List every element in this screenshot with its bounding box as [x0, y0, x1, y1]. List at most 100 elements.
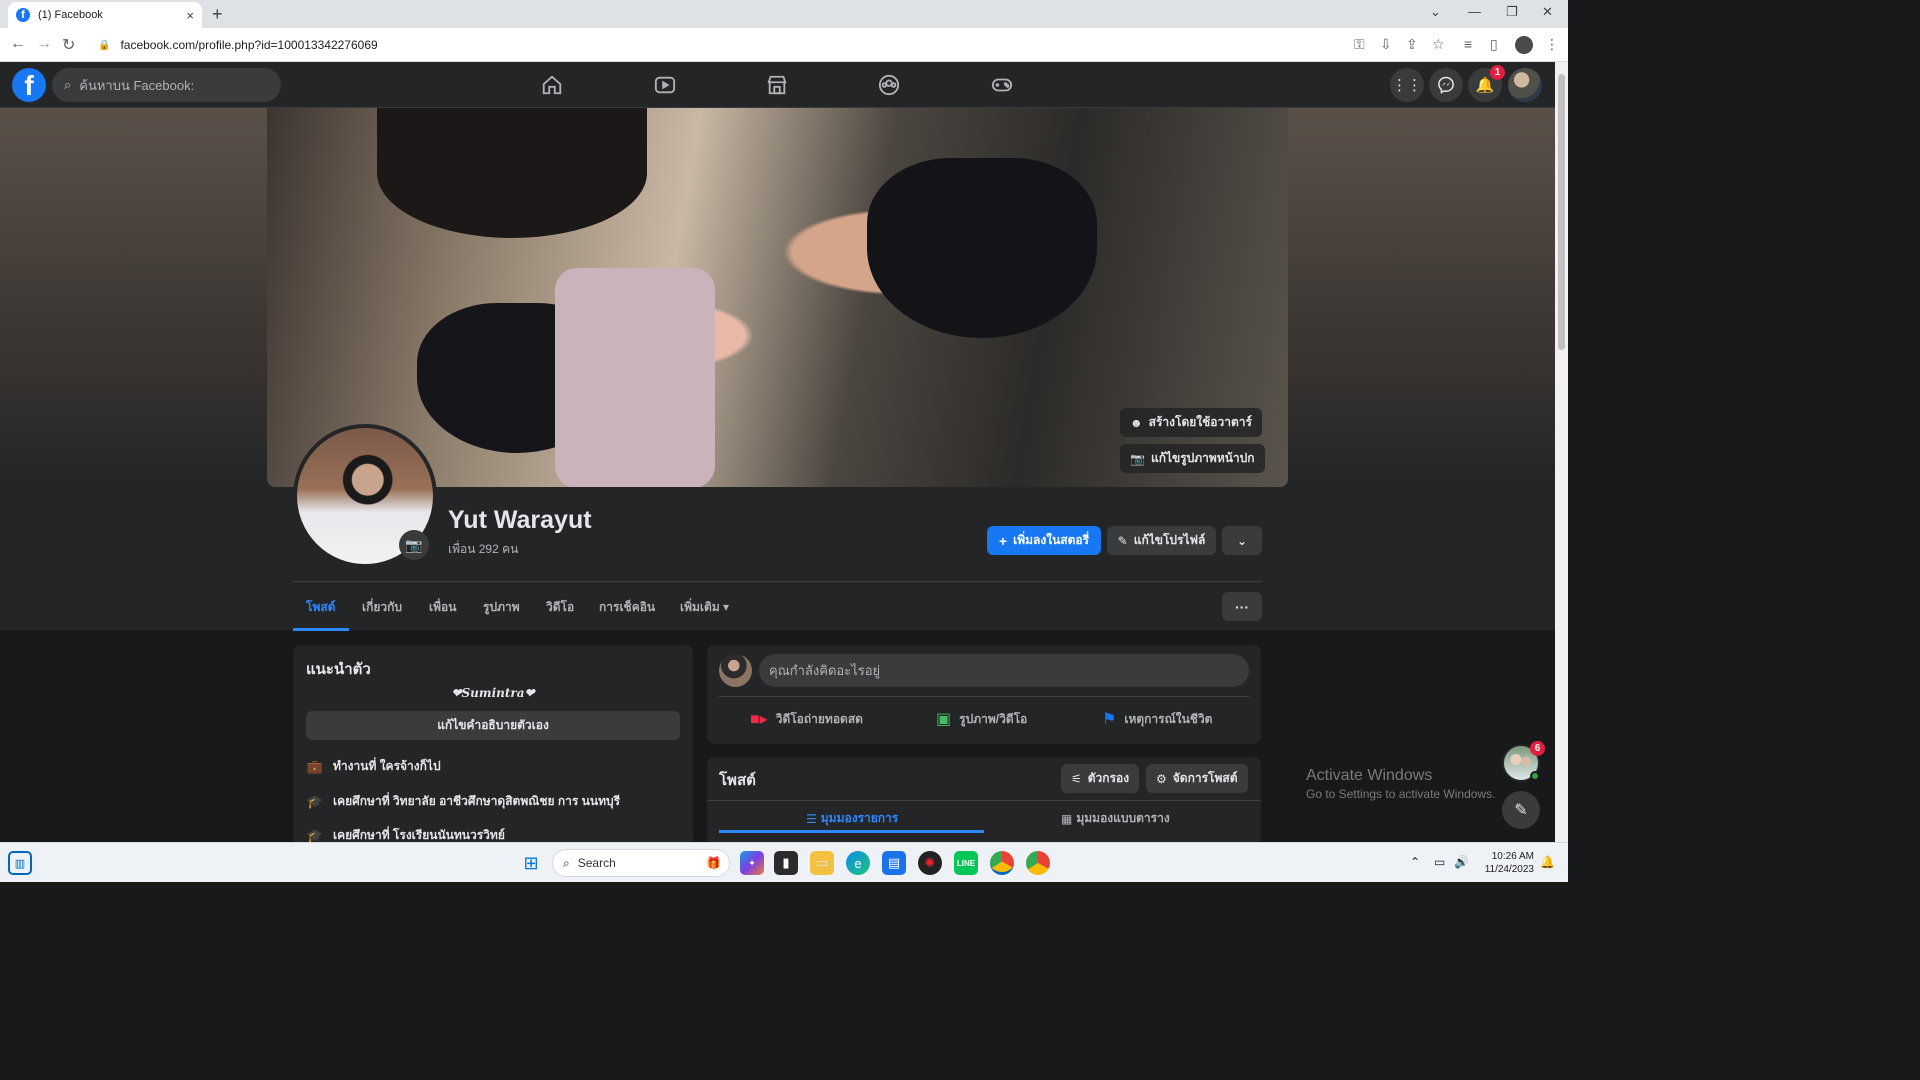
widgets-icon[interactable]: ▥ — [8, 851, 32, 875]
intro-item-text[interactable]: เคยศึกษาที่ วิทยาลัย อาชีวศึกษาดุสิตพณิช… — [333, 792, 620, 811]
menu-grid-icon[interactable]: ⋮⋮ — [1390, 68, 1424, 102]
life-event-button[interactable]: ⚑ เหตุการณ์ในชีวิต — [1102, 709, 1212, 729]
side-panel-icon[interactable]: ▯ — [1490, 36, 1498, 53]
live-video-button[interactable]: ■▸ วิดีโอถ่ายทอดสด — [750, 709, 863, 729]
search-icon: ⌕ — [64, 77, 72, 92]
maximize-icon[interactable]: ❐ — [1506, 4, 1518, 20]
chat-unread-badge: 6 — [1530, 741, 1545, 756]
facebook-logo[interactable]: f — [12, 68, 46, 102]
notification-badge: 1 — [1490, 65, 1505, 80]
edit-cover-photo-button[interactable]: 📷 แก้ไขรูปภาพหน้าปก — [1120, 444, 1265, 473]
terminal-icon[interactable]: ▮ — [774, 851, 798, 875]
edit-cover-photo-label: แก้ไขรูปภาพหน้าปก — [1150, 451, 1255, 465]
chrome-browser-icon[interactable] — [990, 851, 1014, 875]
create-with-avatar-button[interactable]: ☻ สร้างโดยใช้อวาตาร์ — [1120, 408, 1262, 437]
url-text: facebook.com/profile.php?id=100013342276… — [120, 38, 378, 52]
microsoft-store-icon[interactable]: ▤ — [882, 851, 906, 875]
bookmark-star-icon[interactable]: ☆ — [1432, 36, 1445, 53]
tab-friends[interactable]: เพื่อน — [429, 598, 456, 617]
back-icon[interactable]: ← — [10, 35, 26, 53]
profile-options-chevron-down-icon[interactable]: ⌄ — [1222, 526, 1262, 555]
new-tab-button[interactable]: + — [212, 4, 223, 25]
edit-bio-button[interactable]: แก้ไขคำอธิบายตัวเอง — [306, 711, 680, 740]
browser-tab-facebook[interactable]: f (1) Facebook × — [8, 2, 202, 28]
windows-start-icon[interactable]: ⊞ — [519, 851, 543, 875]
marketplace-icon[interactable] — [765, 74, 789, 96]
posts-divider — [707, 800, 1261, 801]
photo-video-button[interactable]: ▣ รูปภาพ/วิดีโอ — [936, 709, 1027, 729]
profile-name: Yut Warayut — [448, 506, 592, 534]
online-status-dot — [1530, 771, 1540, 781]
live-video-icon: ■▸ — [750, 711, 768, 728]
add-to-story-button[interactable]: + เพิ่มลงในสตอรี่ — [987, 526, 1101, 555]
tab-posts[interactable]: โพสต์ — [306, 598, 335, 617]
active-tab-indicator — [293, 628, 349, 631]
filter-button[interactable]: ⚟ ตัวกรอง — [1061, 764, 1140, 793]
more-options-ellipsis-icon[interactable]: ··· — [1222, 592, 1262, 621]
update-profile-picture-camera-icon[interactable]: 📷 — [399, 530, 429, 560]
copilot-icon[interactable]: ✦ — [740, 851, 764, 875]
friends-count[interactable]: เพื่อน 292 คน — [448, 540, 518, 559]
minimize-icon[interactable]: — — [1468, 4, 1481, 19]
avatar-icon: ☻ — [1130, 415, 1143, 430]
work-icon: 💼 — [306, 758, 324, 774]
share-icon[interactable]: ⇪ — [1406, 36, 1418, 53]
network-icon[interactable]: ▭ — [1434, 855, 1445, 869]
reload-icon[interactable]: ↻ — [62, 35, 75, 55]
composer-avatar[interactable] — [719, 654, 752, 687]
list-view-tab[interactable]: ☰ มุมมองรายการ — [806, 809, 898, 828]
new-message-compose-icon[interactable]: ✎ — [1502, 791, 1540, 829]
page-scrollbar[interactable] — [1555, 62, 1568, 842]
account-avatar[interactable] — [1508, 68, 1542, 102]
tab-more[interactable]: เพิ่มเติม ▾ — [680, 598, 729, 617]
install-app-icon[interactable]: ⇩ — [1380, 36, 1392, 53]
facebook-favicon-icon: f — [16, 8, 30, 22]
forward-icon[interactable]: → — [36, 35, 52, 53]
messenger-icon[interactable] — [1429, 68, 1463, 102]
edit-profile-button[interactable]: ✎ แก้ไขโปรไฟล์ — [1107, 526, 1216, 555]
intro-title: แนะนำตัว — [306, 661, 371, 678]
line-app-icon[interactable]: LINE — [954, 851, 978, 875]
close-tab-icon[interactable]: × — [186, 8, 194, 23]
file-explorer-icon[interactable]: ▭ — [810, 851, 834, 875]
address-bar[interactable]: 🔒 facebook.com/profile.php?id=1000133422… — [88, 31, 1468, 59]
lock-icon[interactable]: 🔒 — [98, 40, 110, 51]
facebook-search-input[interactable]: ⌕ ค้นหาบน Facebook: — [52, 68, 281, 102]
tab-about[interactable]: เกี่ยวกับ — [362, 598, 402, 617]
scrollbar-thumb[interactable] — [1558, 74, 1565, 350]
browser-menu-icon[interactable]: ⋮ — [1545, 36, 1559, 53]
intro-item-text[interactable]: ทำงานที่ ใครจ้างก็ไป — [333, 757, 441, 776]
tab-photos[interactable]: รูปภาพ — [483, 598, 520, 617]
intro-item-work: 💼 ทำงานที่ ใครจ้างก็ไป — [306, 757, 441, 776]
edge-browser-icon[interactable]: e — [846, 851, 870, 875]
gear-icon: ⚙ — [1156, 771, 1167, 786]
facebook-top-nav: f ⌕ ค้นหาบน Facebook: ⋮⋮ 🔔 1 — [0, 62, 1555, 108]
chrome-profile-icon[interactable] — [1026, 851, 1050, 875]
notification-bell-icon[interactable]: 🔔 — [1540, 855, 1555, 869]
photo-video-label: รูปภาพ/วิดีโอ — [959, 711, 1028, 726]
manage-posts-button[interactable]: ⚙ จัดการโพสต์ — [1146, 764, 1248, 793]
gaming-icon[interactable] — [990, 74, 1014, 96]
taskbar-clock[interactable]: 10:26 AM 11/24/2023 — [1476, 850, 1534, 876]
add-to-story-label: เพิ่มลงในสตอรี่ — [1013, 533, 1090, 547]
grid-view-tab[interactable]: ▦ มุมมองแบบตาราง — [1061, 809, 1170, 828]
watch-icon[interactable] — [653, 74, 677, 96]
browser-tab-title: (1) Facebook — [38, 9, 103, 21]
tab-check-ins[interactable]: การเช็คอิน — [599, 598, 655, 617]
volume-icon[interactable]: 🔊 — [1454, 855, 1469, 869]
tab-search-icon[interactable]: ⌄ — [1430, 4, 1441, 20]
list-icon: ☰ — [806, 811, 817, 826]
taskbar-search-input[interactable]: ⌕ Search 🎁 — [552, 849, 730, 877]
browser-profile-avatar[interactable] — [1515, 36, 1533, 54]
app-icon[interactable]: ✺ — [918, 851, 942, 875]
groups-icon[interactable] — [877, 74, 901, 96]
close-window-icon[interactable]: ✕ — [1542, 4, 1553, 20]
activate-windows-watermark: Activate Windows Go to Settings to activ… — [1306, 767, 1495, 801]
password-key-icon[interactable]: ⚿ — [1354, 36, 1365, 53]
tab-videos[interactable]: วิดีโอ — [546, 598, 574, 617]
tray-chevron-up-icon[interactable]: ⌃ — [1410, 855, 1420, 869]
reading-list-icon[interactable]: ≡ — [1464, 36, 1472, 52]
home-icon[interactable] — [540, 74, 564, 96]
plus-icon: + — [998, 532, 1008, 549]
composer-input[interactable]: คุณกำลังคิดอะไรอยู่ — [759, 654, 1249, 687]
